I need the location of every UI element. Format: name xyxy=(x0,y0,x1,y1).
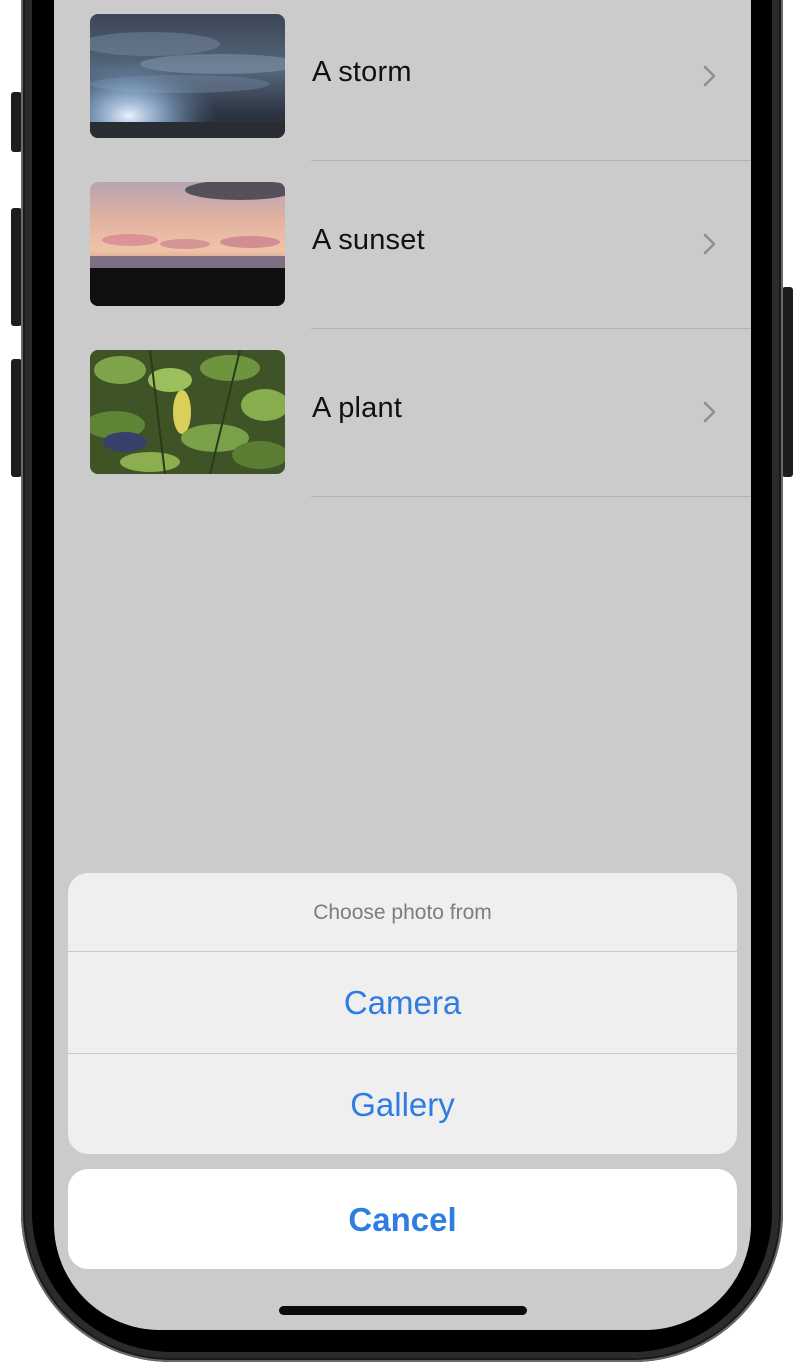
chevron-right-icon xyxy=(700,230,720,258)
action-sheet: Choose photo from Camera Gallery xyxy=(68,873,737,1154)
list-item[interactable]: A plant xyxy=(54,336,751,504)
cancel-button[interactable]: Cancel xyxy=(68,1169,737,1269)
gallery-option-button[interactable]: Gallery xyxy=(68,1054,737,1154)
list-item-title: A sunset xyxy=(312,224,425,256)
list-item-title: A storm xyxy=(312,56,412,88)
side-button xyxy=(782,287,793,477)
list-item[interactable]: A sunset xyxy=(54,168,751,336)
row-separator xyxy=(311,328,751,329)
sunset-photo-thumbnail xyxy=(90,182,285,306)
list-item[interactable]: A storm xyxy=(54,0,751,168)
chevron-right-icon xyxy=(700,62,720,90)
chevron-right-icon xyxy=(700,398,720,426)
camera-option-button[interactable]: Camera xyxy=(68,952,737,1052)
row-separator xyxy=(311,496,751,497)
home-indicator[interactable] xyxy=(279,1306,527,1315)
row-separator xyxy=(311,160,751,161)
list-item-title: A plant xyxy=(312,392,403,424)
plant-photo-thumbnail xyxy=(90,350,285,474)
action-sheet-title: Choose photo from xyxy=(313,901,492,924)
screen: A storm A sunset A plant Choose photo fr… xyxy=(54,0,751,1330)
device-frame: A storm A sunset A plant Choose photo fr… xyxy=(0,0,804,1368)
storm-photo-thumbnail xyxy=(90,14,285,138)
